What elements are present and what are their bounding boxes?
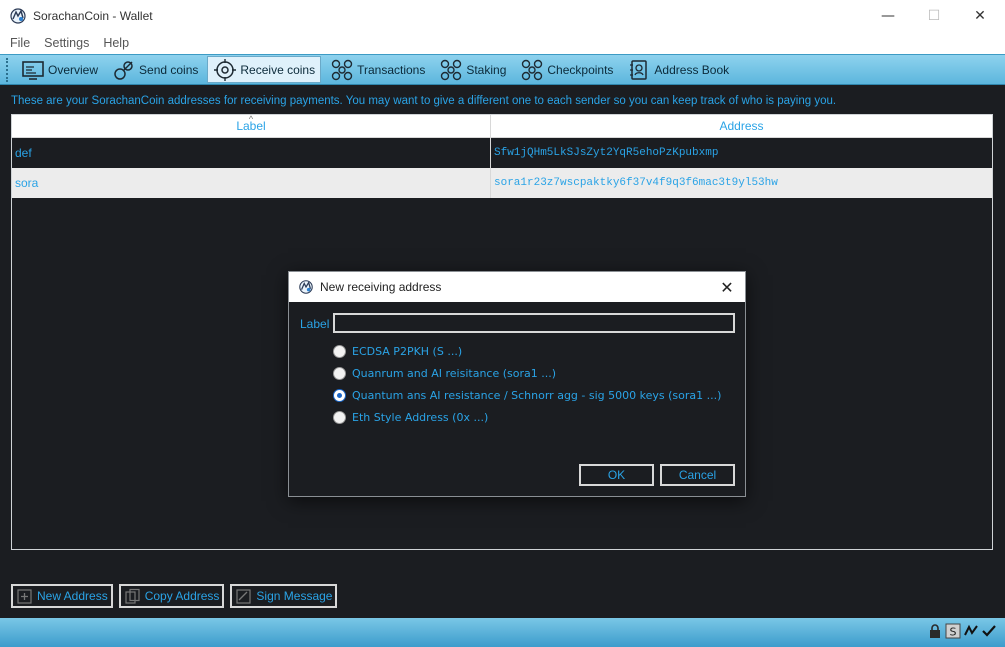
status-bar: S bbox=[0, 618, 1005, 647]
svg-text:S: S bbox=[950, 626, 957, 639]
option-quantum-ai[interactable]: Quanrum and AI reisitance (sora1 ...) bbox=[333, 367, 556, 380]
column-header-label[interactable]: ^ Label bbox=[12, 114, 491, 137]
dialog-title: New receiving address bbox=[320, 280, 442, 294]
sorachan-logo-icon bbox=[10, 8, 26, 24]
radio-button[interactable] bbox=[333, 345, 346, 358]
row-label: def bbox=[12, 138, 491, 168]
copy-address-button[interactable]: Copy Address bbox=[118, 584, 225, 608]
option-quantum-schnorr[interactable]: Quantum ans AI resistance / Schnorr agg … bbox=[333, 389, 721, 402]
menu-file[interactable]: File bbox=[10, 36, 30, 50]
checkpoints-icon bbox=[522, 59, 543, 80]
tab-address-book-label: Address Book bbox=[654, 62, 730, 77]
tab-transactions-label: Transactions bbox=[357, 62, 426, 77]
new-address-button[interactable]: New Address bbox=[11, 584, 113, 608]
receive-actions: New Address Copy Address Sign Message bbox=[11, 584, 343, 608]
receive-coins-icon bbox=[214, 58, 237, 81]
minimize-button[interactable]: — bbox=[865, 0, 911, 32]
tab-overview[interactable]: Overview bbox=[16, 56, 103, 83]
close-window-button[interactable]: ✕ bbox=[957, 0, 1003, 32]
option-ecdsa-p2pkh[interactable]: ECDSA P2PKH (S ...) bbox=[333, 345, 462, 358]
table-row[interactable]: def Sfw1jQHm5LkSJsZyt2YqR5ehoPzKpubxmp bbox=[12, 138, 992, 168]
row-label: sora bbox=[12, 168, 491, 198]
tab-send-coins-label: Send coins bbox=[139, 62, 199, 77]
table-header: ^ Label Address bbox=[12, 114, 992, 138]
option-label: Quanrum and AI reisitance (sora1 ...) bbox=[352, 367, 557, 380]
minimize-icon: — bbox=[881, 8, 895, 24]
radio-button-selected[interactable] bbox=[333, 389, 346, 402]
cancel-button[interactable]: Cancel bbox=[660, 464, 735, 486]
table-row[interactable]: sora sora1r23z7wscpaktky6f37v4f9q3f6mac3… bbox=[12, 168, 992, 198]
transactions-icon bbox=[331, 59, 353, 80]
tab-receive-coins[interactable]: Receive coins bbox=[207, 56, 322, 83]
new-address-icon bbox=[17, 588, 32, 604]
option-eth-style[interactable]: Eth Style Address (0x ...) bbox=[333, 411, 488, 424]
window-titlebar: SorachanCoin - Wallet — ☐ ✕ bbox=[0, 0, 1005, 32]
option-label: ECDSA P2PKH (S ...) bbox=[352, 345, 463, 358]
menu-help[interactable]: Help bbox=[103, 36, 129, 50]
dialog-titlebar: New receiving address ✕ bbox=[289, 272, 745, 302]
maximize-button[interactable]: ☐ bbox=[911, 0, 957, 32]
menu-settings[interactable]: Settings bbox=[44, 36, 89, 50]
window-title: SorachanCoin - Wallet bbox=[33, 9, 153, 23]
close-icon: ✕ bbox=[974, 8, 986, 24]
status-icons: S bbox=[925, 623, 997, 639]
tab-send-coins[interactable]: Send coins bbox=[107, 56, 203, 83]
network-status-icon[interactable] bbox=[963, 623, 979, 639]
column-header-address-text: Address bbox=[719, 119, 764, 133]
address-book-icon bbox=[630, 59, 648, 80]
option-label: Quantum ans AI resistance / Schnorr agg … bbox=[352, 389, 722, 402]
column-header-address[interactable]: Address bbox=[491, 115, 992, 137]
tab-checkpoints-label: Checkpoints bbox=[547, 62, 614, 77]
copy-address-label: Copy Address bbox=[144, 589, 220, 603]
label-field-caption: Label bbox=[300, 317, 330, 331]
tab-overview-label: Overview bbox=[48, 62, 99, 77]
toolbar-grip[interactable] bbox=[6, 57, 10, 82]
synced-check-icon[interactable] bbox=[981, 623, 997, 639]
row-address: sora1r23z7wscpaktky6f37v4f9q3f6mac3t9yl5… bbox=[494, 177, 778, 189]
radio-button[interactable] bbox=[333, 367, 346, 380]
tab-checkpoints[interactable]: Checkpoints bbox=[515, 56, 618, 83]
sign-message-icon bbox=[236, 588, 252, 604]
send-coins-icon bbox=[114, 60, 133, 80]
new-address-label: New Address bbox=[37, 589, 108, 603]
maximize-icon: ☐ bbox=[927, 8, 941, 24]
label-input[interactable] bbox=[333, 313, 735, 333]
row-address: Sfw1jQHm5LkSJsZyt2YqR5ehoPzKpubxmp bbox=[494, 147, 719, 159]
tab-staking[interactable]: Staking bbox=[434, 56, 511, 83]
option-label: Eth Style Address (0x ...) bbox=[352, 411, 489, 424]
receive-info-text: These are your SorachanCoin addresses fo… bbox=[11, 95, 837, 107]
close-icon: ✕ bbox=[720, 277, 734, 297]
sorachan-logo-icon bbox=[299, 280, 313, 294]
tab-staking-label: Staking bbox=[466, 62, 507, 77]
staking-status-icon[interactable]: S bbox=[945, 623, 961, 639]
dialog-close-button[interactable]: ✕ bbox=[715, 275, 739, 299]
copy-icon bbox=[125, 588, 140, 604]
sign-message-button[interactable]: Sign Message bbox=[230, 584, 338, 608]
ok-button[interactable]: OK bbox=[579, 464, 654, 486]
tab-transactions[interactable]: Transactions bbox=[325, 56, 430, 83]
staking-icon bbox=[441, 59, 462, 80]
main-toolbar: Overview Send coins Receive coins Transa… bbox=[0, 54, 1005, 85]
tab-address-book[interactable]: Address Book bbox=[622, 56, 734, 83]
tab-receive-coins-label: Receive coins bbox=[240, 62, 316, 77]
new-receiving-address-dialog: New receiving address ✕ Label ECDSA P2PK… bbox=[288, 271, 746, 497]
menu-bar: File Settings Help bbox=[0, 32, 1005, 54]
sort-ascending-icon: ^ bbox=[248, 114, 254, 124]
lock-icon[interactable] bbox=[927, 623, 943, 639]
sign-message-label: Sign Message bbox=[256, 589, 333, 603]
radio-button[interactable] bbox=[333, 411, 346, 424]
overview-icon bbox=[22, 60, 44, 80]
